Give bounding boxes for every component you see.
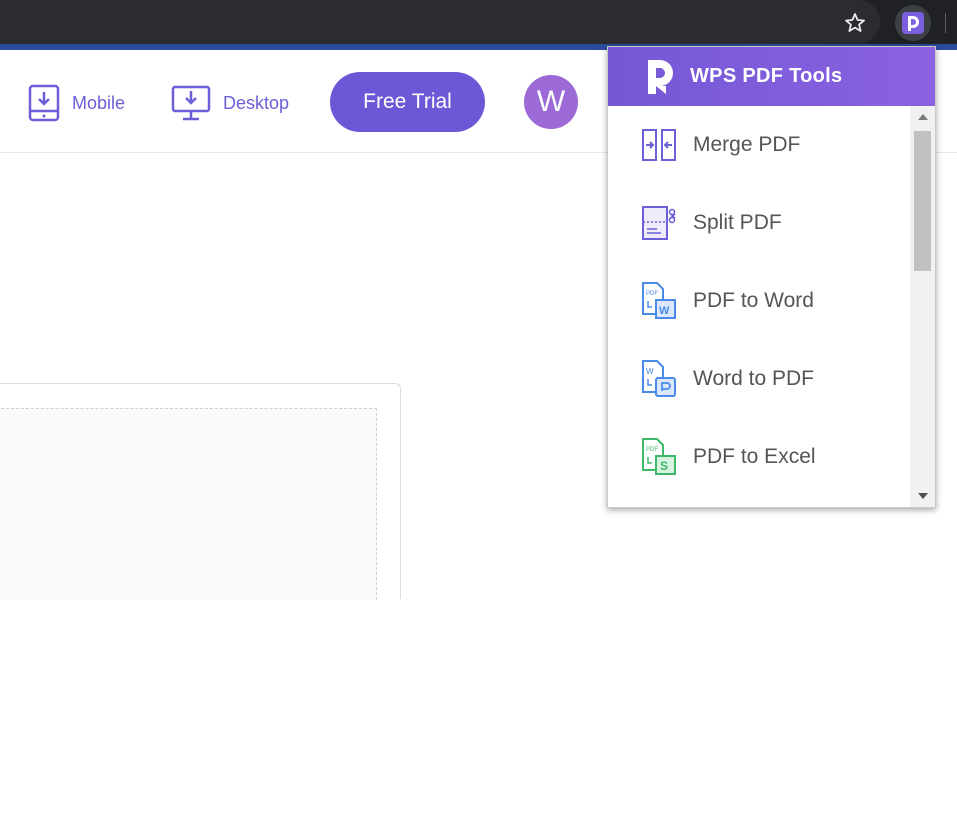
tool-word-to-pdf[interactable]: W Word to PDF: [608, 340, 908, 418]
tool-label: Word to PDF: [693, 367, 814, 390]
svg-text:PDF: PDF: [646, 447, 658, 453]
tool-pdf-to-excel[interactable]: PDF S PDF to Excel: [608, 418, 908, 496]
split-pdf-icon: [642, 206, 676, 240]
scroll-up-arrow-icon[interactable]: [918, 114, 928, 120]
wps-pdf-extension-button[interactable]: [895, 5, 931, 41]
pdf-to-excel-icon: PDF S: [642, 438, 676, 475]
tool-pdf-to-word[interactable]: PDF W PDF to Word: [608, 262, 908, 340]
user-avatar[interactable]: W: [524, 75, 578, 129]
upload-card: [0, 383, 401, 600]
toolbar-divider: [945, 13, 946, 33]
merge-pdf-icon: [642, 129, 676, 161]
popup-header: WPS PDF Tools: [608, 47, 935, 106]
tool-label: Split PDF: [693, 211, 782, 234]
svg-text:W: W: [646, 367, 654, 376]
tool-merge-pdf[interactable]: Merge PDF: [608, 106, 908, 184]
tool-label: Merge PDF: [693, 133, 801, 156]
bookmark-star-icon[interactable]: [843, 11, 867, 35]
nav-mobile-label: Mobile: [72, 92, 126, 113]
mobile-download-icon: [28, 84, 60, 122]
popup-title: WPS PDF Tools: [690, 65, 843, 87]
svg-text:PDF: PDF: [646, 291, 658, 297]
nav-desktop-link[interactable]: Desktop: [171, 83, 289, 123]
desktop-download-icon: [171, 85, 211, 121]
scroll-thumb[interactable]: [914, 131, 931, 271]
nav-desktop-label: Desktop: [223, 92, 290, 113]
word-to-pdf-icon: W: [642, 360, 676, 397]
browser-toolbar: [0, 0, 957, 46]
wps-pdf-tools-popup: WPS PDF Tools Merge PDF Split PDF PDF W …: [607, 46, 936, 508]
svg-text:W: W: [659, 305, 670, 317]
popup-scrollbar[interactable]: [910, 106, 935, 507]
free-trial-button[interactable]: Free Trial: [330, 72, 485, 132]
tool-label: PDF to Excel: [693, 445, 816, 468]
pdf-to-word-icon: PDF W: [642, 282, 676, 319]
tool-list: Merge PDF Split PDF PDF W PDF to Word W …: [608, 106, 908, 507]
wps-pdf-extension-icon: [902, 12, 924, 34]
nav-mobile-link[interactable]: Mobile: [28, 83, 125, 123]
tool-label: PDF to Word: [693, 289, 814, 312]
svg-text:S: S: [660, 459, 668, 473]
upload-dropzone[interactable]: [0, 408, 377, 600]
wps-pdf-logo-icon: [644, 57, 678, 97]
scroll-down-arrow-icon[interactable]: [918, 493, 928, 499]
tool-split-pdf[interactable]: Split PDF: [608, 184, 908, 262]
address-bar[interactable]: [0, 0, 880, 44]
